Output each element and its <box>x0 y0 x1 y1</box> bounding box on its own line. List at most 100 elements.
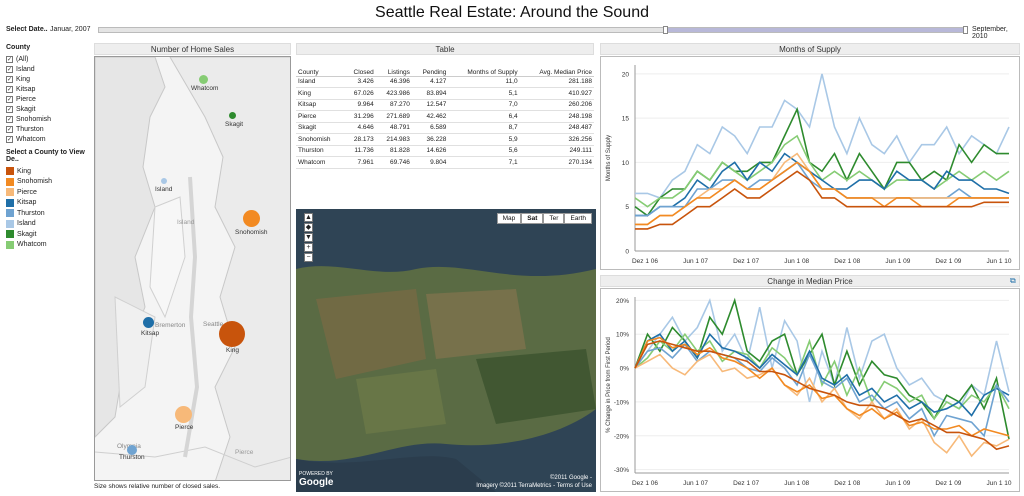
table-row[interactable]: Kitsap 9.964 87.270 12.547 7,0 260.206 <box>296 99 594 111</box>
county-checkbox-item[interactable]: ✓ King <box>6 74 92 84</box>
county-checkbox-item[interactable]: ✓ Pierce <box>6 94 92 104</box>
map-type-sat-button[interactable]: Sat <box>521 213 544 224</box>
bremerton-map-label: Bremerton <box>155 322 186 329</box>
county-checkbox-label: Kitsap <box>16 85 36 93</box>
table-column-header[interactable]: Closed <box>343 56 376 77</box>
map-copyright: ©2011 Google - Imagery ©2011 TerraMetric… <box>476 474 592 490</box>
checkbox-checked-icon[interactable]: ✓ <box>6 65 13 73</box>
y-tick-label: 10% <box>616 332 629 339</box>
legend-swatch <box>6 230 14 239</box>
table-cell: 11.736 <box>343 145 376 157</box>
x-tick-label: Dez 1 06 <box>632 480 658 487</box>
zoom-out-icon[interactable]: − <box>304 253 313 262</box>
table-header-row: County Closed Listings Pending Months of Sup… <box>296 56 594 77</box>
legend-item[interactable]: Pierce <box>6 187 92 198</box>
table-column-header[interactable]: Months of Supply <box>448 56 520 77</box>
price-change-chart-svg: 20% 10% 0% -10% -20% -30%Dez 1 06 Jun 1 07 Dez … <box>606 297 1012 487</box>
table-cell: 69.746 <box>375 156 412 169</box>
table-cell: Skagit <box>296 122 344 134</box>
series-line-thurston <box>634 343 1010 438</box>
table-column-header[interactable]: Listings <box>375 56 412 77</box>
table-cell: 8,7 <box>448 122 520 134</box>
x-tick-label: Dez 1 07 <box>733 480 759 487</box>
pan-up-icon[interactable]: ▲ <box>304 213 313 222</box>
x-tick-label: Jun 1 08 <box>784 480 809 487</box>
x-tick-label: Jun 1 09 <box>885 480 910 487</box>
legend-label: Skagit <box>17 230 37 238</box>
checkbox-checked-icon[interactable]: ✓ <box>6 55 13 63</box>
table-column-header[interactable]: Pending <box>411 56 449 77</box>
legend-item[interactable]: King <box>6 166 92 177</box>
legend-item[interactable]: Thurston <box>6 208 92 219</box>
county-color-legend: King Snohomish Pierce Kitsap Thurston Island S… <box>6 166 92 250</box>
map-type-map-button[interactable]: Map <box>496 213 522 224</box>
checkbox-checked-icon[interactable]: ✓ <box>6 75 13 83</box>
date-start-label: Januar, 2007 <box>50 26 91 33</box>
checkbox-checked-icon[interactable]: ✓ <box>6 125 13 133</box>
whatcom-bubble[interactable] <box>199 75 208 84</box>
legend-item[interactable]: Island <box>6 219 92 230</box>
table-column-header[interactable]: County <box>296 56 344 77</box>
checkbox-checked-icon[interactable]: ✓ <box>6 95 13 103</box>
table-column-header[interactable]: Avg. Median Price <box>519 56 594 77</box>
county-checkbox-item[interactable]: ✓ (All) <box>6 54 92 64</box>
table-row[interactable]: Snohomish 28.173 214.983 36.228 5,9 326.256 <box>296 133 594 146</box>
legend-swatch <box>6 240 14 249</box>
king-bubble[interactable] <box>219 321 245 347</box>
checkbox-checked-icon[interactable]: ✓ <box>6 115 13 123</box>
y-tick-label: 5 <box>625 204 629 211</box>
popout-icon[interactable]: ⧉ <box>1010 276 1016 286</box>
county-checkbox-item[interactable]: ✓ Island <box>6 64 92 74</box>
table-cell: 7,1 <box>448 156 520 169</box>
table-row[interactable]: Pierce 31.296 271.689 42.462 6,4 248.198 <box>296 110 594 123</box>
table-row[interactable]: Island 3.426 46.396 4.127 11,0 281.188 <box>296 76 594 88</box>
y-tick-label: 0 <box>625 249 629 256</box>
table-cell: 48.791 <box>375 122 412 134</box>
copyright-line-2[interactable]: Imagery ©2011 TerraMetrics - Terms of Us… <box>476 482 592 490</box>
county-checkbox-item[interactable]: ✓ Skagit <box>6 104 92 114</box>
table-row[interactable]: Skagit 4.646 48.791 6.589 8,7 248.487 <box>296 122 594 134</box>
slider-end-handle[interactable] <box>963 26 968 34</box>
county-checkbox-item[interactable]: ✓ Kitsap <box>6 84 92 94</box>
pierce-bubble[interactable] <box>175 406 192 423</box>
legend-item[interactable]: Whatcom <box>6 240 92 251</box>
skagit-bubble[interactable] <box>229 112 236 119</box>
y-tick-label: -10% <box>614 399 629 406</box>
price-change-chart: 20% 10% 0% -10% -20% -30% Dez 1 06 Jun 1 07 Dez … <box>600 288 1020 492</box>
table-row[interactable]: Thurston 11.736 81.828 14.626 5,6 249.111 <box>296 145 594 157</box>
snohomish-bubble[interactable] <box>243 210 260 227</box>
table-cell: 260.206 <box>519 99 594 111</box>
map-type-earth-button[interactable]: Earth <box>564 213 592 224</box>
legend-item[interactable]: Skagit <box>6 229 92 240</box>
legend-item[interactable]: Snohomish <box>6 177 92 188</box>
legend-label: Pierce <box>17 188 37 196</box>
table-cell: Kitsap <box>296 99 344 111</box>
filter-sidebar: County ✓ (All) ✓ Island ✓ King ✓ Kitsap ✓ Pierce ✓… <box>6 43 92 250</box>
legend-label: King <box>17 167 32 175</box>
table-cell: 36.228 <box>411 133 449 146</box>
county-checkbox-item[interactable]: ✓ Thurston <box>6 124 92 134</box>
table-cell: Island <box>296 76 344 88</box>
snohomish-map-label: Snohomish <box>235 229 268 236</box>
checkbox-checked-icon[interactable]: ✓ <box>6 105 13 113</box>
county-checkbox-item[interactable]: ✓ Whatcom <box>6 134 92 144</box>
home-sales-map[interactable]: Whatcom Skagit Island Island Snohomish B… <box>94 56 291 481</box>
county-checkbox-item[interactable]: ✓ Snohomish <box>6 114 92 124</box>
legend-label: Kitsap <box>17 199 37 207</box>
series-line-skagit <box>634 297 1010 440</box>
satellite-map[interactable]: ▲ ◆ ▼ + − Map Sat Ter Earth POWERED BY G… <box>296 209 596 492</box>
table-body: Island 3.426 46.396 4.127 11,0 281.188 King 67.… <box>296 76 594 169</box>
legend-item[interactable]: Kitsap <box>6 198 92 209</box>
kitsap-bubble[interactable] <box>143 317 154 328</box>
checkbox-checked-icon[interactable]: ✓ <box>6 135 13 143</box>
pan-down-icon[interactable]: ▼ <box>304 233 313 242</box>
zoom-in-icon[interactable]: + <box>304 243 313 252</box>
slider-start-handle[interactable] <box>663 26 668 34</box>
date-range-slider[interactable] <box>98 26 968 34</box>
pan-left-right-icon[interactable]: ◆ <box>304 223 313 232</box>
island-bubble[interactable] <box>161 178 167 184</box>
map-type-ter-button[interactable]: Ter <box>543 213 565 224</box>
table-row[interactable]: Whatcom 7.961 69.746 9.804 7,1 270.134 <box>296 156 594 169</box>
checkbox-checked-icon[interactable]: ✓ <box>6 85 13 93</box>
table-row[interactable]: King 67.026 423.986 83.894 5,1 410.927 <box>296 87 594 100</box>
